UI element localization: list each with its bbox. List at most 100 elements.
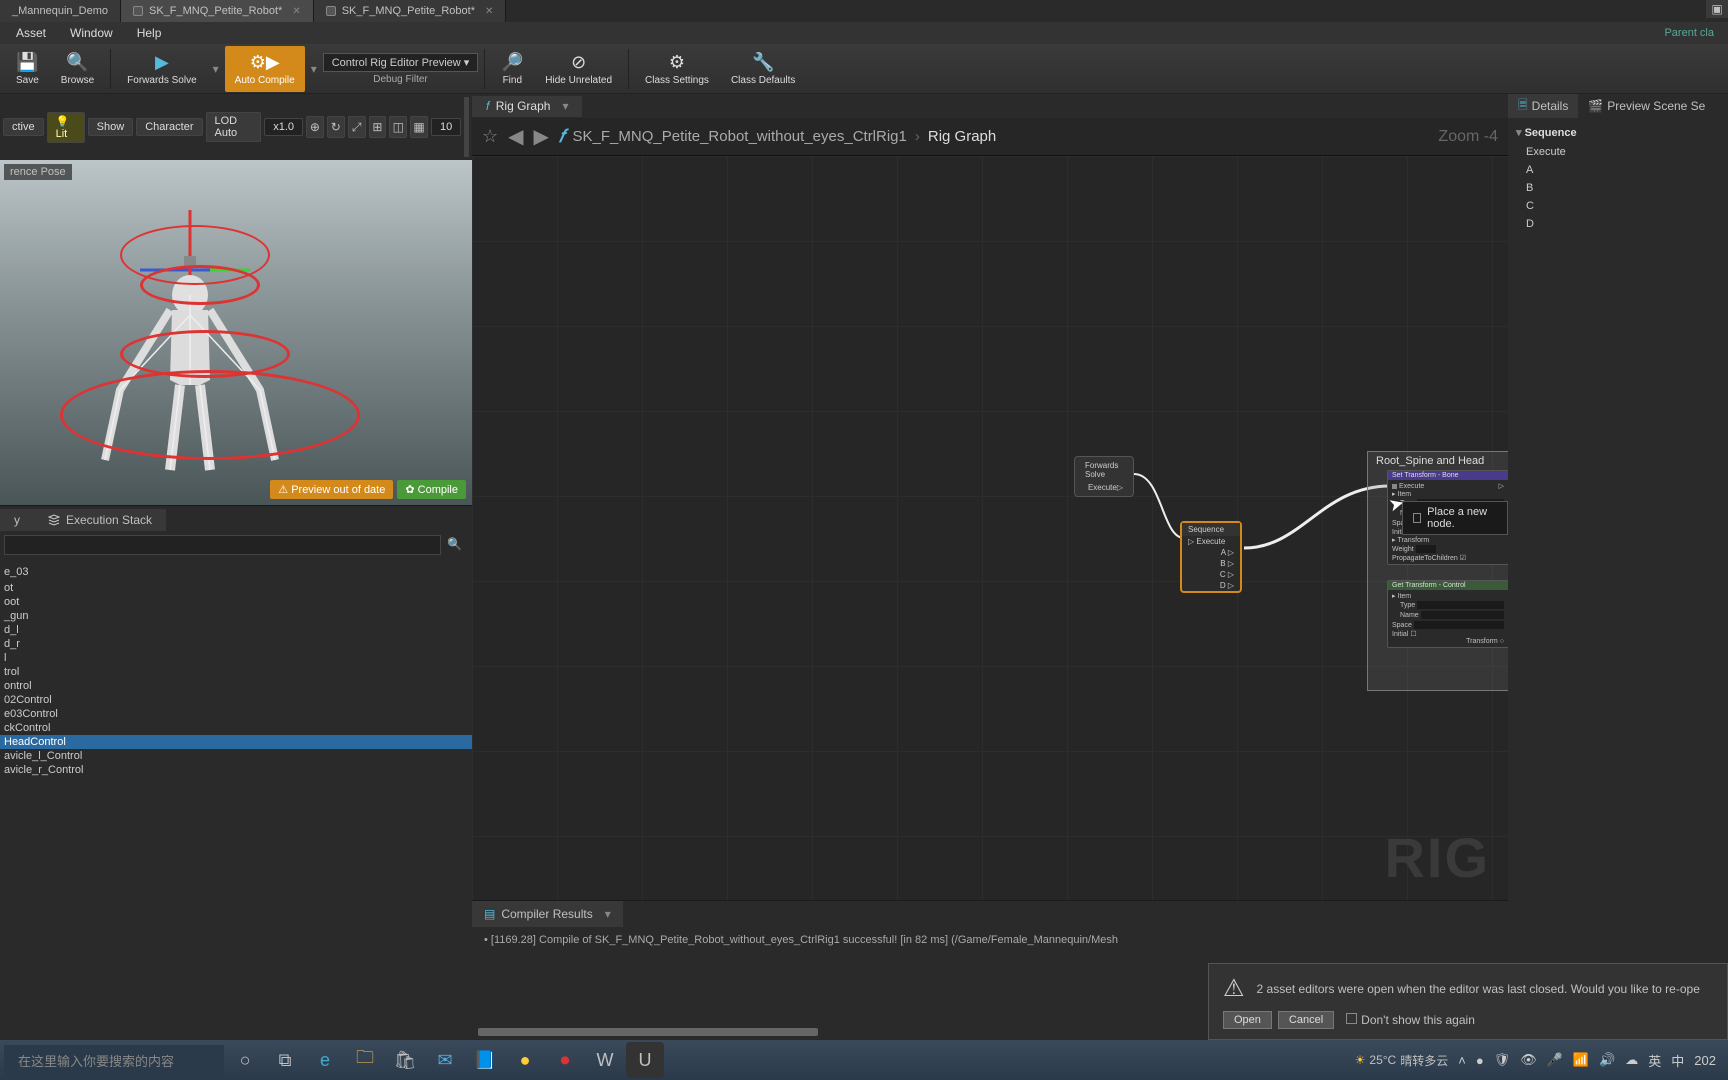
dropdown-icon[interactable]: ▾ <box>562 99 568 113</box>
menu-asset[interactable]: Asset <box>6 24 56 42</box>
save-button[interactable]: 💾 Save <box>6 46 49 92</box>
scale-icon[interactable]: ⤢ <box>348 116 366 138</box>
auto-compile-button[interactable]: ⚙▶ Auto Compile <box>225 46 305 92</box>
tab-mannequin-demo[interactable]: _Mannequin_Demo <box>0 0 121 22</box>
recenter-icon[interactable]: ↻ <box>327 116 345 138</box>
tab-sk-robot-1[interactable]: SK_F_MNQ_Petite_Robot* ✕ <box>121 0 314 22</box>
sequence-category[interactable]: ▾ Sequence <box>1516 122 1720 143</box>
grid-icon[interactable]: ▦ <box>410 116 428 138</box>
store-icon[interactable]: 🛍 <box>386 1042 424 1078</box>
open-button[interactable]: Open <box>1223 1011 1272 1029</box>
hierarchy-item[interactable]: avicle_l_Control <box>0 749 472 763</box>
chrome-icon[interactable]: ● <box>506 1042 544 1078</box>
wps-icon[interactable]: W <box>586 1042 624 1078</box>
show-button[interactable]: Show <box>88 118 134 136</box>
execution-stack-tab[interactable]: Execution Stack <box>34 509 166 531</box>
menu-window[interactable]: Window <box>60 24 123 42</box>
perspective-button[interactable]: ctive <box>3 118 44 136</box>
graph-canvas[interactable]: Forwards Solve Execute ▷ Sequence ▷ Exec… <box>472 156 1508 900</box>
close-icon[interactable]: ✕ <box>292 6 300 17</box>
tab-sk-robot-2[interactable]: SK_F_MNQ_Petite_Robot* ✕ <box>314 0 507 22</box>
back-button[interactable]: ◀ <box>508 124 523 149</box>
tray-icon[interactable]: 👁 <box>1520 1052 1537 1068</box>
browse-button[interactable]: 🔍 Browse <box>51 46 104 92</box>
control-ring[interactable] <box>60 370 360 460</box>
chevron-up-icon[interactable]: ˄ <box>1458 1053 1466 1068</box>
preview-viewport[interactable]: rence Pose <box>0 160 472 505</box>
hierarchy-item[interactable]: ckControl <box>0 721 472 735</box>
hierarchy-tab[interactable]: y <box>0 509 34 531</box>
find-button[interactable]: 🔎 Find <box>491 46 533 92</box>
node-get-transform-control-1[interactable]: Get Transform - Control ▸Item Type Name … <box>1387 580 1508 648</box>
lit-button[interactable]: 💡Lit <box>47 112 85 143</box>
compiler-results-tab[interactable]: ▤ Compiler Results ▾ <box>472 901 623 927</box>
mail-icon[interactable]: ✉ <box>426 1042 464 1078</box>
hierarchy-item[interactable]: d_l <box>0 623 472 637</box>
maximize-icon[interactable]: ▣ <box>1706 0 1728 18</box>
node-forwards-solve[interactable]: Forwards Solve Execute ▷ <box>1074 456 1134 497</box>
menu-help[interactable]: Help <box>127 24 172 42</box>
cortana-icon[interactable]: ○ <box>226 1042 264 1078</box>
task-view-icon[interactable]: ⧉ <box>266 1042 304 1078</box>
weather-widget[interactable]: ☀ 25°C 晴转多云 <box>1355 1052 1449 1069</box>
hide-unrelated-button[interactable]: ⊘ Hide Unrelated <box>535 46 622 92</box>
unreal-icon[interactable]: U <box>626 1042 664 1078</box>
edge-icon[interactable]: e <box>306 1042 344 1078</box>
hierarchy-item[interactable]: e03Control <box>0 707 472 721</box>
dropdown-icon[interactable]: ▾ <box>605 907 611 921</box>
hierarchy-search-input[interactable] <box>4 535 441 555</box>
cancel-button[interactable]: Cancel <box>1278 1011 1334 1029</box>
dont-show-checkbox[interactable]: Don't show this again <box>1346 1013 1475 1027</box>
hierarchy-item[interactable]: _gun <box>0 609 472 623</box>
hierarchy-item[interactable]: d_r <box>0 637 472 651</box>
node-sequence[interactable]: Sequence ▷ Execute A ▷ B ▷ C ▷ D ▷ <box>1180 521 1242 593</box>
scrollbar[interactable] <box>464 97 469 157</box>
dropdown-icon[interactable]: ▾ <box>209 62 223 76</box>
hierarchy-item[interactable]: trol <box>0 665 472 679</box>
wifi-icon[interactable]: 📶 <box>1573 1052 1589 1068</box>
control-ring[interactable] <box>120 225 270 285</box>
rig-graph-tab[interactable]: 𝑓 Rig Graph ▾ <box>472 96 582 117</box>
scrollbar[interactable] <box>478 1028 818 1036</box>
favorite-icon[interactable]: ☆ <box>482 126 498 147</box>
hierarchy-item[interactable]: HeadControl <box>0 735 472 749</box>
dropdown-icon[interactable]: ▾ <box>307 62 321 76</box>
microphone-icon[interactable]: 🎤 <box>1547 1052 1563 1068</box>
recorder-icon[interactable]: ⏺ <box>546 1042 584 1078</box>
date-label[interactable]: 202 <box>1694 1053 1716 1068</box>
hierarchy-item[interactable]: ontrol <box>0 679 472 693</box>
snap-icon[interactable]: ⊞ <box>369 116 387 138</box>
windows-taskbar[interactable]: 在这里输入你要搜索的内容 ○ ⧉ e 🗀 🛍 ✉ 📘 ● ⏺ W U ☀ 25°… <box>0 1040 1728 1080</box>
control-ring[interactable] <box>120 330 290 378</box>
hierarchy-item[interactable]: ot <box>0 581 472 595</box>
rig-hierarchy-list[interactable]: e_03otoot_gund_ld_rltrolontrol02Controle… <box>0 557 472 1040</box>
compile-button[interactable]: ✿ Compile <box>397 480 466 499</box>
ime-mode[interactable]: 中 <box>1671 1051 1684 1070</box>
transform-icon[interactable]: ⊕ <box>306 116 324 138</box>
hierarchy-item[interactable]: oot <box>0 595 472 609</box>
preview-scene-settings-tab[interactable]: 🎬 Preview Scene Se <box>1578 94 1728 118</box>
close-icon[interactable]: ✕ <box>485 6 493 17</box>
tray-icon[interactable]: ● <box>1476 1053 1484 1068</box>
explorer-icon[interactable]: 🗀 <box>346 1042 384 1078</box>
cloud-icon[interactable]: ☁ <box>1625 1052 1638 1068</box>
grid-value[interactable]: 10 <box>431 118 461 136</box>
search-icon[interactable]: 🔍 <box>441 535 468 555</box>
snap2-icon[interactable]: ◫ <box>389 116 407 138</box>
lod-button[interactable]: LOD Auto <box>206 112 262 142</box>
tray-icon[interactable]: 🛡 <box>1494 1052 1511 1068</box>
hierarchy-item[interactable]: l <box>0 651 472 665</box>
hierarchy-item[interactable]: avicle_r_Control <box>0 763 472 777</box>
class-defaults-button[interactable]: 🔧 Class Defaults <box>721 46 805 92</box>
app-icon[interactable]: 📘 <box>466 1042 504 1078</box>
forward-button[interactable]: ▶ <box>534 124 549 149</box>
class-settings-button[interactable]: ⚙ Class Settings <box>635 46 719 92</box>
ime-lang[interactable]: 英 <box>1648 1051 1661 1070</box>
forwards-solve-button[interactable]: ▶ Forwards Solve <box>117 46 206 92</box>
breadcrumb[interactable]: 𝑓 SK_F_MNQ_Petite_Robot_without_eyes_Ctr… <box>559 126 996 147</box>
volume-icon[interactable]: 🔊 <box>1599 1052 1615 1068</box>
preview-dropdown[interactable]: Control Rig Editor Preview ▾ <box>323 53 479 72</box>
details-tab[interactable]: 🗏 Details <box>1508 94 1578 118</box>
hierarchy-item[interactable]: 02Control <box>0 693 472 707</box>
character-button[interactable]: Character <box>136 118 202 136</box>
